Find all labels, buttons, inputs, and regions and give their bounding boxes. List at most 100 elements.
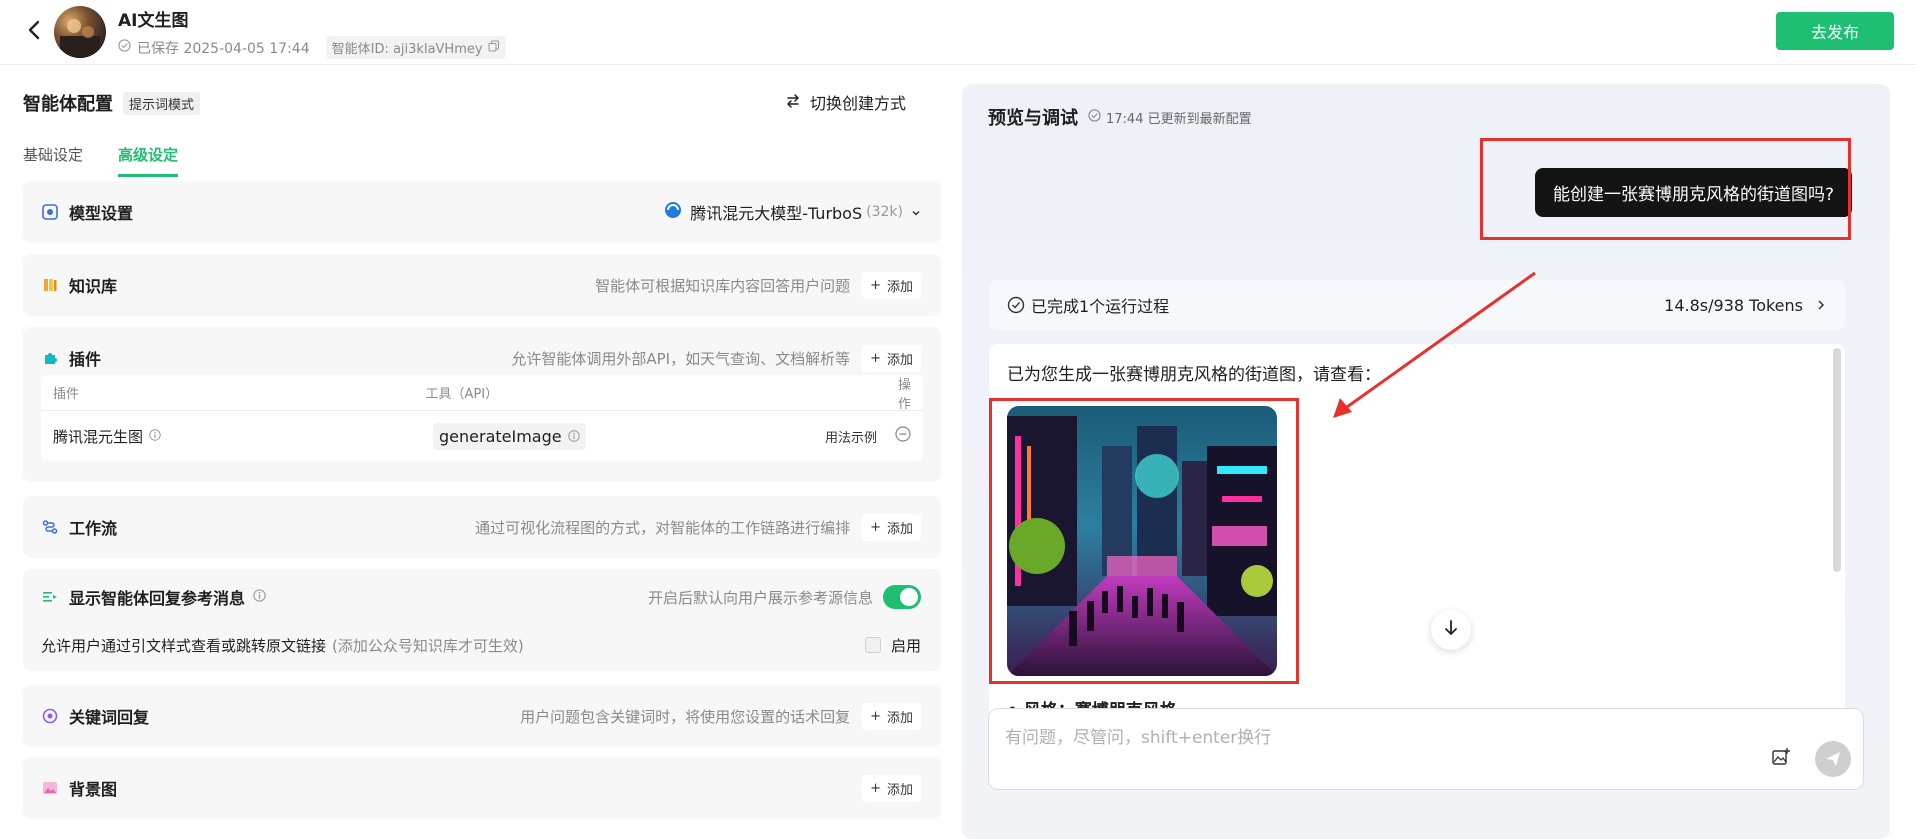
add-label: 添加 (886, 782, 913, 798)
reference-icon (41, 588, 59, 606)
background-add-button[interactable]: + 添加 (862, 774, 921, 802)
col-api: 工具（API） (425, 387, 499, 402)
run-process-bar[interactable]: 已完成1个运行过程 14.8s/938 Tokens (989, 280, 1845, 330)
workflow-icon (41, 518, 59, 536)
reference-title: 显示智能体回复参考消息 (69, 589, 246, 608)
api-chip: generateImage (433, 422, 586, 450)
config-tabs: 基础设定 高级设定 (23, 144, 179, 177)
mode-badge: 提示词模式 (123, 91, 201, 115)
workflow-desc: 通过可视化流程图的方式，对智能体的工作链路进行编排 (475, 518, 851, 537)
agent-config-panel: 智能体配置 提示词模式 切换创建方式 基础设定 高级设定 模型设置 腾讯混元大模… (0, 66, 960, 839)
top-bar: AI文生图 已保存 2025-04-05 17:44 智能体ID: aji3kl… (0, 0, 1916, 65)
model-select[interactable]: 腾讯混元大模型-TurboS (32k) (664, 200, 921, 224)
plugin-name: 腾讯混元生图 (53, 427, 144, 446)
model-context: (32k) (866, 204, 903, 220)
config-header: 智能体配置 提示词模式 (23, 90, 201, 116)
copy-icon[interactable] (488, 40, 500, 56)
reference-sub-hint: (添加公众号知识库才可生效) (332, 636, 524, 655)
tab-basic[interactable]: 基础设定 (23, 144, 83, 177)
preview-header: 预览与调试 17:44 已更新到最新配置 (988, 104, 1252, 130)
switch-mode-label: 切换创建方式 (810, 94, 907, 113)
run-stats: 14.8s/938 Tokens (1664, 295, 1803, 315)
switch-mode-button[interactable]: 切换创建方式 (786, 90, 906, 114)
arrow-down-icon (1444, 620, 1458, 640)
saved-check-icon (118, 39, 131, 56)
plus-icon: + (870, 780, 881, 796)
model-settings-card: 模型设置 腾讯混元大模型-TurboS (32k) (23, 181, 941, 243)
preview-title: 预览与调试 (988, 108, 1078, 129)
hunyuan-logo-icon (664, 201, 682, 223)
reference-card: 显示智能体回复参考消息 开启后默认向用户展示参考源信息 允许用户通过引文样式查看… (23, 569, 941, 671)
add-label: 添加 (886, 352, 913, 368)
info-icon[interactable] (253, 588, 266, 606)
col-plugin: 插件 (53, 387, 80, 402)
keyword-title: 关键词回复 (69, 708, 150, 727)
check-circle-icon (1007, 296, 1025, 314)
plugin-table: 插件 工具（API） 操作 腾讯混元生图 generateImage 用法示例 (41, 375, 923, 461)
keyword-add-button[interactable]: + 添加 (862, 702, 921, 730)
tab-advanced[interactable]: 高级设定 (118, 144, 179, 177)
chevron-down-icon (911, 203, 921, 222)
model-icon (41, 203, 59, 221)
usage-example-link[interactable]: 用法示例 (825, 427, 877, 446)
knowledge-desc: 智能体可根据知识库内容回答用户问题 (595, 276, 851, 295)
check-circle-icon (1088, 108, 1101, 126)
assistant-reply: 已为您生成一张赛博朋克风格的街道图，请查看： (989, 344, 1845, 714)
image-upload-icon[interactable] (1769, 745, 1793, 769)
enable-checkbox[interactable] (864, 637, 881, 653)
knowledge-card: 知识库 智能体可根据知识库内容回答用户问题 + 添加 (23, 254, 941, 316)
scrollbar[interactable] (1833, 348, 1841, 572)
add-label: 添加 (886, 279, 913, 295)
reply-text: 已为您生成一张赛博朋克风格的街道图，请查看： (1007, 365, 1381, 385)
info-icon[interactable] (567, 427, 580, 446)
model-settings-title: 模型设置 (69, 204, 134, 223)
add-label: 添加 (886, 521, 913, 537)
user-message-highlight (1480, 138, 1851, 240)
knowledge-add-button[interactable]: + 添加 (862, 271, 921, 299)
reference-sub-row: 允许用户通过引文样式查看或跳转原文链接 (添加公众号知识库才可生效) 启用 (23, 625, 941, 665)
keyword-desc: 用户问题包含关键词时，将使用您设置的话术回复 (520, 707, 851, 726)
add-label: 添加 (886, 710, 913, 726)
agent-title: AI文生图 (118, 11, 189, 31)
keyword-icon (41, 707, 59, 725)
generated-image[interactable] (1007, 406, 1277, 676)
plugins-add-button[interactable]: + 添加 (862, 344, 921, 372)
table-row: 腾讯混元生图 generateImage 用法示例 (41, 411, 923, 461)
send-button[interactable] (1815, 741, 1851, 777)
back-arrow-icon[interactable] (22, 18, 46, 42)
workflow-add-button[interactable]: + 添加 (862, 513, 921, 541)
plus-icon: + (870, 519, 881, 535)
publish-button[interactable]: 去发布 (1776, 12, 1894, 50)
save-meta: 已保存 2025-04-05 17:44 智能体ID: aji3klaVHmey (118, 36, 506, 59)
plugin-icon (41, 349, 59, 367)
switch-arrows-icon (786, 93, 800, 112)
info-icon[interactable] (149, 427, 161, 445)
image-icon (41, 779, 59, 797)
plugins-desc: 允许智能体调用外部API，如天气查询、文档解析等 (511, 349, 851, 368)
plus-icon: + (870, 350, 881, 366)
chevron-right-icon (1817, 296, 1825, 315)
agent-avatar (54, 6, 106, 58)
plus-icon: + (870, 708, 881, 724)
keyword-card: 关键词回复 用户问题包含关键词时，将使用您设置的话术回复 + 添加 (23, 685, 941, 747)
preview-status: 17:44 已更新到最新配置 (1088, 108, 1252, 127)
run-status: 已完成1个运行过程 (1031, 297, 1170, 316)
plugins-title: 插件 (69, 350, 102, 369)
col-action: 操作 (897, 377, 911, 412)
enable-checkbox-label: 启用 (890, 636, 921, 655)
remove-circle-icon[interactable] (895, 426, 911, 446)
background-title: 背景图 (69, 780, 118, 799)
preview-status-text: 17:44 已更新到最新配置 (1106, 111, 1252, 127)
reference-desc: 开启后默认向用户展示参考源信息 (647, 588, 873, 607)
plugins-card: 插件 允许智能体调用外部API，如天气查询、文档解析等 + 添加 插件 工具（A… (23, 327, 941, 482)
background-card: 背景图 + 添加 (23, 757, 941, 819)
scroll-down-button[interactable] (1431, 610, 1471, 650)
knowledge-title: 知识库 (69, 277, 118, 296)
api-name: generateImage (439, 426, 562, 446)
reference-sub-text: 允许用户通过引文样式查看或跳转原文链接 (41, 636, 327, 655)
chat-input[interactable] (1005, 723, 1705, 753)
saved-time: 已保存 2025-04-05 17:44 (137, 40, 310, 57)
model-name: 腾讯混元大模型-TurboS (690, 204, 863, 223)
agent-id: 智能体ID: aji3klaVHmey (331, 42, 483, 57)
reference-toggle[interactable] (883, 585, 921, 609)
